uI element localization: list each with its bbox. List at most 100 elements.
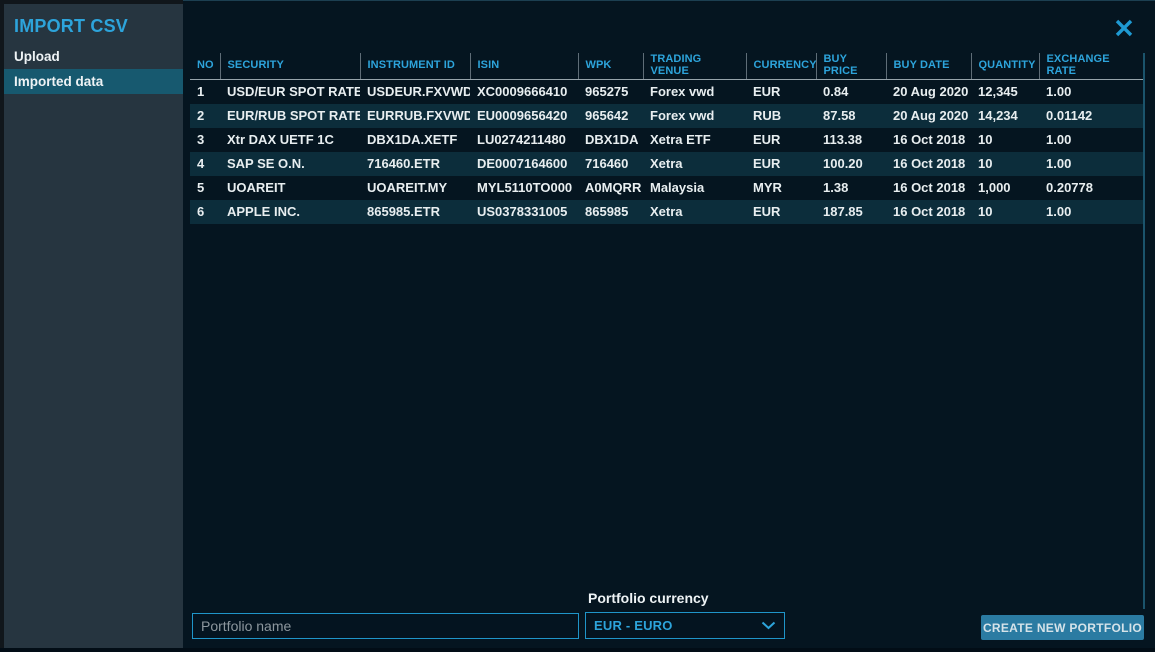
top-divider	[183, 0, 1155, 1]
table-cell: 1.00	[1039, 80, 1143, 104]
table-cell: 20 Aug 2020	[886, 80, 971, 104]
table-cell: 1.00	[1039, 200, 1143, 224]
portfolio-currency-label: Portfolio currency	[588, 590, 709, 606]
table-cell: USD/EUR SPOT RATE	[220, 80, 360, 104]
table-header: NOSECURITYINSTRUMENT IDISINWPKTRADING VE…	[190, 53, 1143, 80]
table-cell: 1	[190, 80, 220, 104]
table-cell: 100.20	[816, 152, 886, 176]
table-cell: 10	[971, 200, 1039, 224]
table-cell: USDEUR.FXVWD	[360, 80, 470, 104]
table-cell: 965642	[578, 104, 643, 128]
sidebar-item-upload[interactable]: Upload	[4, 44, 183, 69]
create-new-portfolio-button[interactable]: CREATE NEW PORTFOLIO	[981, 615, 1144, 640]
column-header: SECURITY	[220, 53, 360, 80]
table-row: 3Xtr DAX UETF 1CDBX1DA.XETFLU0274211480D…	[190, 128, 1143, 152]
table-cell: EUR	[746, 80, 816, 104]
table-cell: Xetra	[643, 200, 746, 224]
table-cell: 10	[971, 152, 1039, 176]
column-header: QUANTITY	[971, 53, 1039, 80]
table-cell: RUB	[746, 104, 816, 128]
column-header: BUY DATE	[886, 53, 971, 80]
table-cell: EUR	[746, 200, 816, 224]
table-cell: Forex vwd	[643, 80, 746, 104]
table-cell: 865985	[578, 200, 643, 224]
table-cell: 3	[190, 128, 220, 152]
table-cell: 16 Oct 2018	[886, 128, 971, 152]
table-cell: 716460	[578, 152, 643, 176]
table-cell: 5	[190, 176, 220, 200]
portfolio-currency-select[interactable]: EUR - EURO	[585, 612, 785, 639]
chevron-down-icon	[761, 621, 776, 630]
table-cell: EU0009656420	[470, 104, 578, 128]
table-cell: MYL5110TO000	[470, 176, 578, 200]
column-header: EXCHANGE RATE	[1039, 53, 1143, 80]
table-row: 1USD/EUR SPOT RATEUSDEUR.FXVWDXC00096664…	[190, 80, 1143, 104]
table-cell: Forex vwd	[643, 104, 746, 128]
sidebar-nav: Upload Imported data	[4, 44, 183, 94]
table-row: 6APPLE INC.865985.ETRUS0378331005865985X…	[190, 200, 1143, 224]
table-cell: 6	[190, 200, 220, 224]
close-icon	[1114, 18, 1134, 38]
table-cell: APPLE INC.	[220, 200, 360, 224]
column-header: ISIN	[470, 53, 578, 80]
close-button[interactable]	[1112, 16, 1136, 40]
sidebar-item-imported-data[interactable]: Imported data	[4, 69, 183, 94]
portfolio-name-input[interactable]	[192, 613, 579, 639]
table-cell: 14,234	[971, 104, 1039, 128]
table-cell: 0.20778	[1039, 176, 1143, 200]
table-right-border	[1143, 53, 1145, 609]
table-cell: Xtr DAX UETF 1C	[220, 128, 360, 152]
imported-data-table-wrap: NOSECURITYINSTRUMENT IDISINWPKTRADING VE…	[190, 53, 1143, 224]
table-cell: 187.85	[816, 200, 886, 224]
table-cell: UOAREIT.MY	[360, 176, 470, 200]
column-header: NO	[190, 53, 220, 80]
table-cell: 10	[971, 128, 1039, 152]
table-cell: DBX1DA.XETF	[360, 128, 470, 152]
column-header: WPK	[578, 53, 643, 80]
table-cell: DBX1DA	[578, 128, 643, 152]
column-header: CURRENCY	[746, 53, 816, 80]
table-cell: 12,345	[971, 80, 1039, 104]
table-cell: Malaysia	[643, 176, 746, 200]
table-cell: A0MQRR	[578, 176, 643, 200]
table-cell: EURRUB.FXVWD	[360, 104, 470, 128]
table-cell: 16 Oct 2018	[886, 200, 971, 224]
table-cell: 4	[190, 152, 220, 176]
table-cell: DE0007164600	[470, 152, 578, 176]
imported-data-panel: NOSECURITYINSTRUMENT IDISINWPKTRADING VE…	[183, 0, 1155, 648]
table-cell: 87.58	[816, 104, 886, 128]
table-cell: UOAREIT	[220, 176, 360, 200]
table-row: 4SAP SE O.N.716460.ETRDE0007164600716460…	[190, 152, 1143, 176]
table-cell: US0378331005	[470, 200, 578, 224]
table-cell: EUR	[746, 152, 816, 176]
table-cell: 0.01142	[1039, 104, 1143, 128]
imported-data-table: NOSECURITYINSTRUMENT IDISINWPKTRADING VE…	[190, 53, 1143, 224]
table-cell: 865985.ETR	[360, 200, 470, 224]
table-cell: Xetra	[643, 152, 746, 176]
table-cell: 1,000	[971, 176, 1039, 200]
portfolio-currency-value: EUR - EURO	[594, 618, 761, 633]
table-cell: MYR	[746, 176, 816, 200]
table-cell: SAP SE O.N.	[220, 152, 360, 176]
table-row: 5UOAREITUOAREIT.MYMYL5110TO000A0MQRRMala…	[190, 176, 1143, 200]
table-cell: 20 Aug 2020	[886, 104, 971, 128]
table-cell: 1.00	[1039, 128, 1143, 152]
table-cell: 1.00	[1039, 152, 1143, 176]
table-cell: XC0009666410	[470, 80, 578, 104]
table-cell: EUR	[746, 128, 816, 152]
table-cell: 0.84	[816, 80, 886, 104]
table-cell: 2	[190, 104, 220, 128]
table-cell: 965275	[578, 80, 643, 104]
table-cell: 716460.ETR	[360, 152, 470, 176]
table-cell: EUR/RUB SPOT RATE	[220, 104, 360, 128]
column-header: BUY PRICE	[816, 53, 886, 80]
window-bottom-edge	[0, 648, 1155, 652]
table-cell: 1.38	[816, 176, 886, 200]
table-cell: 113.38	[816, 128, 886, 152]
table-cell: 16 Oct 2018	[886, 176, 971, 200]
column-header: TRADING VENUE	[643, 53, 746, 80]
table-row: 2EUR/RUB SPOT RATEEURRUB.FXVWDEU00096564…	[190, 104, 1143, 128]
column-header: INSTRUMENT ID	[360, 53, 470, 80]
sidebar-title: IMPORT CSV	[14, 16, 183, 37]
table-cell: 16 Oct 2018	[886, 152, 971, 176]
